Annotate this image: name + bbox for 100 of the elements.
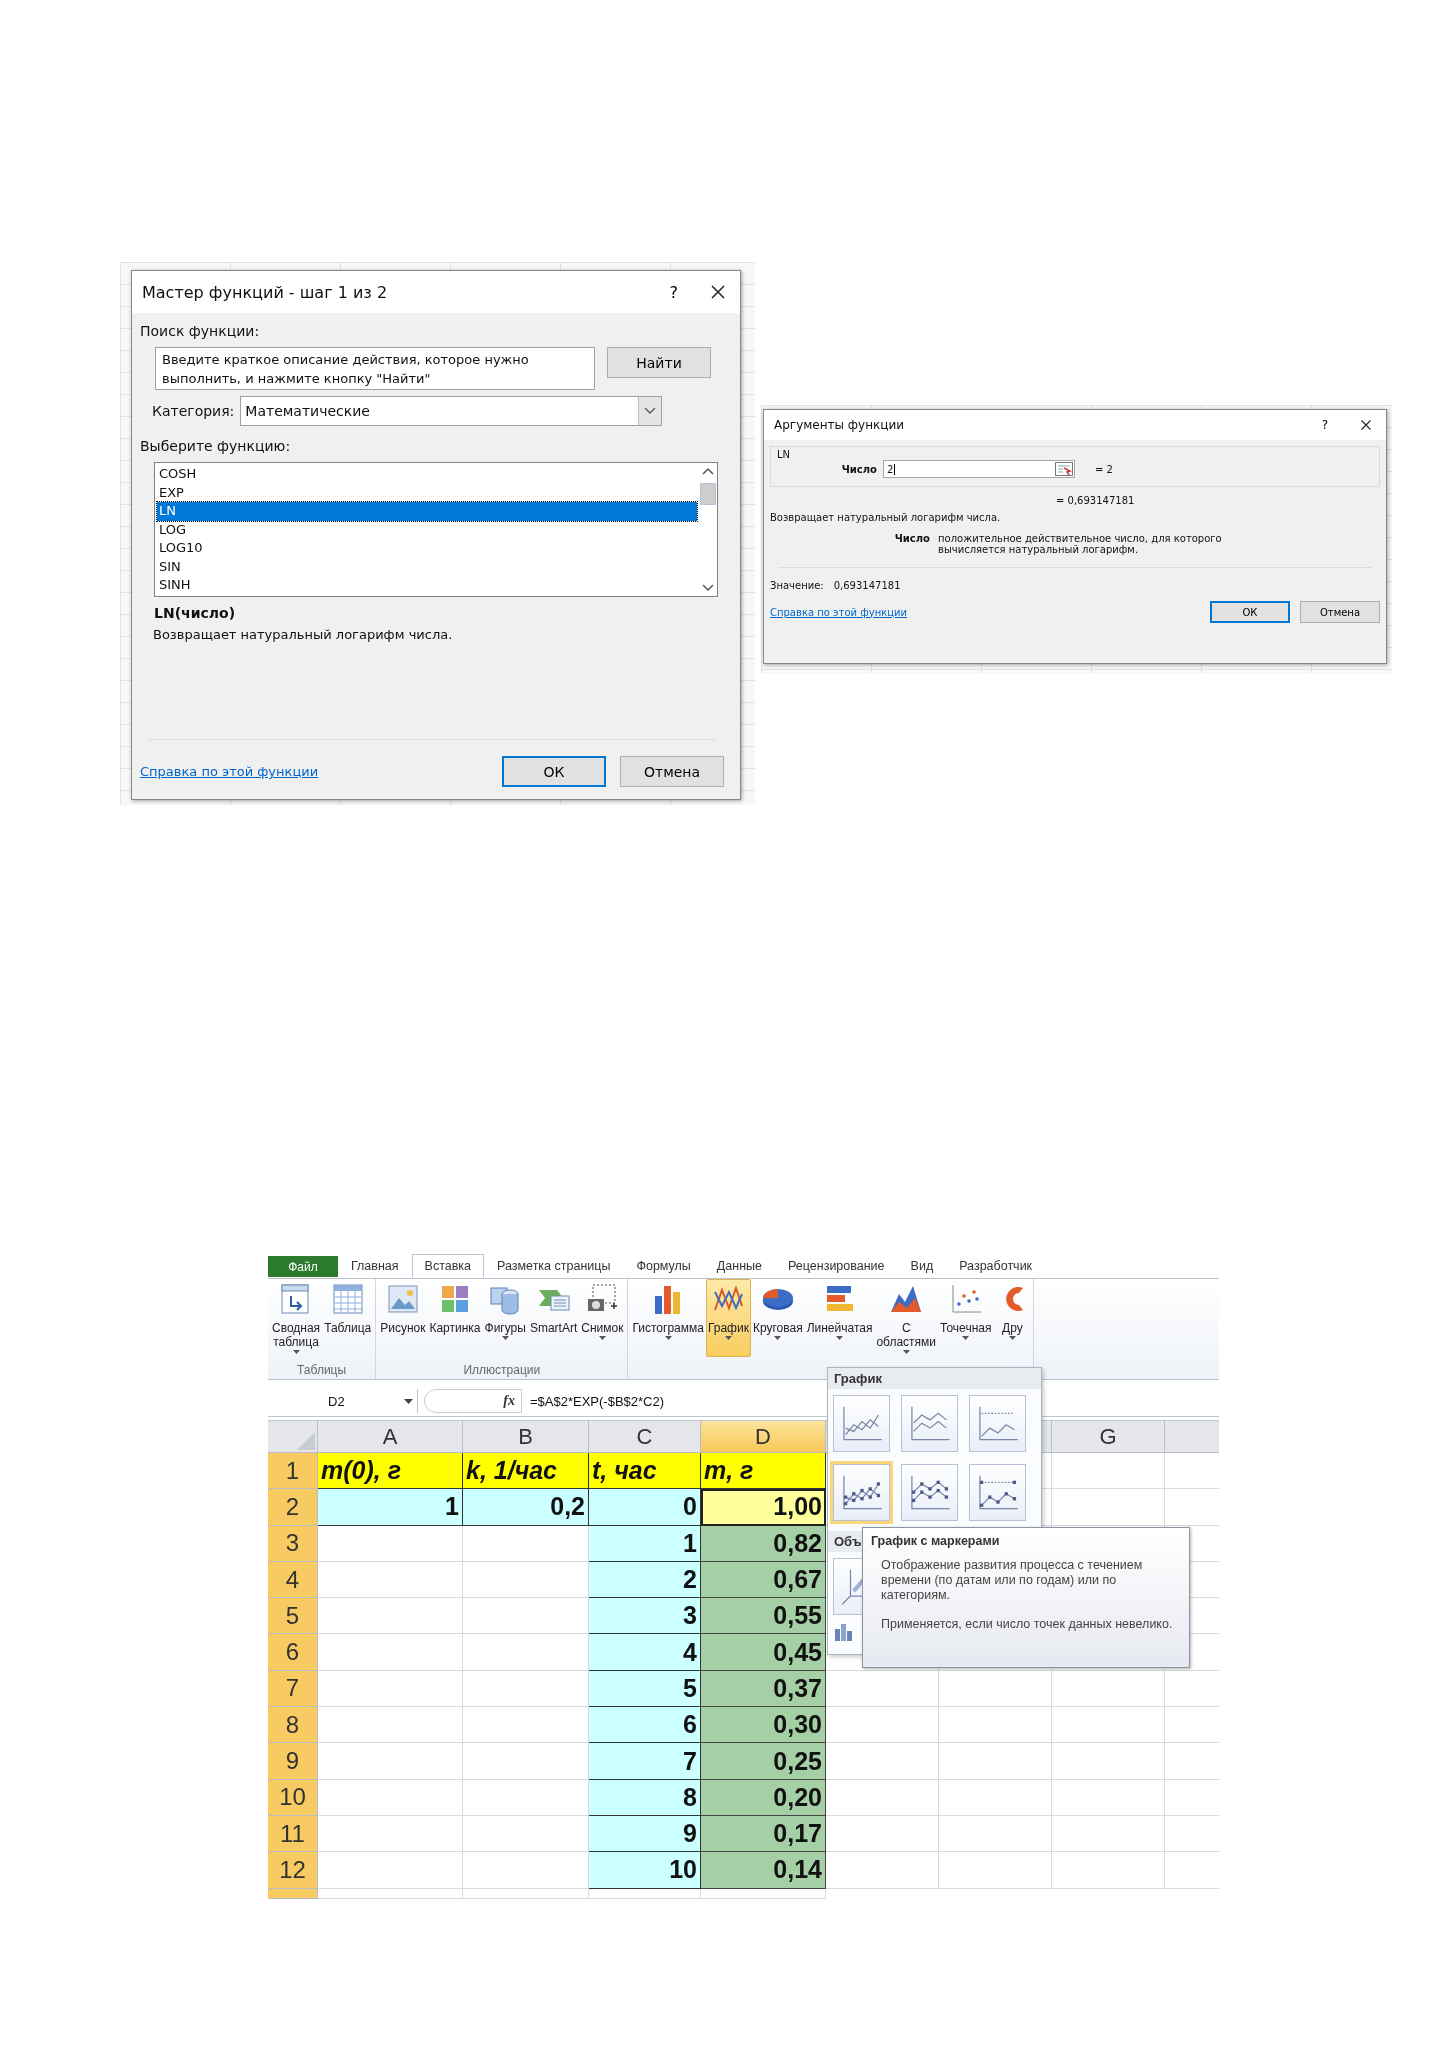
function-list-label: Выберите функцию: [140,438,292,454]
table-cell: 0,82 [701,1525,826,1562]
table-cell: k, 1/час [463,1453,589,1490]
ribbon-tab[interactable]: Формулы [623,1254,704,1278]
search-field[interactable]: Введите краткое описание действия, которое нужно выполнить, и нажмите кнопку "Найти" [155,347,595,390]
ribbon-tab[interactable]: Вид [897,1254,947,1278]
ribbon-button[interactable]: Картинка [427,1279,483,1357]
table-cell: 0 [589,1489,701,1526]
ok-button[interactable]: ОК [502,756,606,787]
category-dropdown[interactable]: Математические [240,396,663,426]
close-icon[interactable] [710,284,726,300]
function-description: Возвращает натуральный логарифм числа. [153,627,454,642]
function-list-item[interactable]: COSH [157,465,697,484]
row-header[interactable]: 4 [268,1561,318,1599]
table-cell: 4 [589,1634,701,1671]
table-cell: 3 [589,1598,701,1635]
scrollbar-thumb[interactable] [700,483,716,505]
ribbon-group-label: Иллюстрации [463,1363,541,1379]
ribbon-button[interactable]: Сводная таблица [270,1279,323,1357]
row-header[interactable]: 1 [268,1453,318,1490]
function-list-item[interactable]: LN [157,502,697,521]
bar-chart-icon[interactable] [834,1623,854,1641]
ribbon-tab[interactable]: Разработчик [946,1254,1046,1278]
table-cell: m, г [701,1453,826,1490]
column-header[interactable]: A [318,1421,463,1453]
help-button[interactable]: ? [651,282,696,302]
table-cell: t, час [589,1453,701,1490]
help-link[interactable]: Справка по этой функции [770,606,908,618]
chevron-up-icon[interactable] [702,467,714,475]
row-header[interactable]: 3 [268,1525,318,1562]
ribbon-button[interactable]: Дру [993,1279,1032,1357]
table-cell: 7 [589,1743,701,1780]
help-button[interactable]: ? [1303,418,1346,432]
chevron-down-icon [644,407,657,415]
function-list-item[interactable]: SIN [157,557,697,576]
ribbon-tab[interactable]: Главная [338,1254,412,1278]
table-cell: 1 [589,1525,701,1562]
find-button[interactable]: Найти [607,347,711,378]
ribbon-button[interactable]: Гистограмма [630,1279,706,1357]
row-header[interactable]: 10 [268,1779,318,1816]
table-cell: 0,20 [701,1779,826,1816]
formula-bar[interactable]: =$A$2*EXP(-$B$2*C2) [522,1393,1219,1409]
range-select-icon[interactable] [1055,462,1073,476]
file-tab[interactable]: Файл [268,1256,338,1277]
ribbon-button[interactable]: Фигуры [482,1279,528,1357]
row-header[interactable]: 7 [268,1670,318,1708]
ribbon-button[interactable]: SmartArt [527,1279,580,1357]
function-signature: LN(число) [154,605,237,621]
column-header[interactable]: B [463,1421,589,1453]
name-box[interactable]: D2 [268,1389,418,1413]
chart-type-button[interactable] [969,1464,1026,1521]
chart-type-button[interactable] [969,1395,1026,1452]
table-cell: 0,37 [701,1670,826,1708]
row-header[interactable]: 8 [268,1707,318,1744]
chevron-down-icon[interactable] [702,584,714,592]
help-link[interactable]: Справка по этой функции [140,764,319,779]
column-header[interactable]: D [701,1421,826,1453]
ribbon-tab[interactable]: Данные [703,1254,776,1278]
ok-button[interactable]: ОК [1210,601,1290,623]
chart-type-button[interactable] [833,1464,890,1521]
tooltip-text: Применяется, если число точек данных невелико. [881,1617,1174,1632]
gallery-section-title: График [828,1368,1041,1389]
ribbon-button[interactable]: Точечная [938,1279,994,1357]
cancel-button[interactable]: Отмена [620,756,724,787]
table-cell: 0,55 [701,1598,826,1635]
ribbon-button[interactable]: Линейчатая [804,1279,875,1357]
chart-type-button[interactable] [901,1464,958,1521]
ribbon-button[interactable]: Рисунок [378,1279,428,1357]
argument-input-field[interactable]: 2 [883,460,1075,478]
table-cell: 6 [589,1707,701,1744]
function-list-item[interactable]: EXP [157,483,697,502]
function-list-item[interactable]: LOG10 [157,539,697,558]
function-list-item[interactable]: SINH [157,576,697,595]
row-header[interactable]: 6 [268,1634,318,1671]
ribbon-button[interactable]: С областями [874,1279,939,1357]
ribbon-button[interactable]: График [705,1279,751,1357]
column-header[interactable]: G [1052,1421,1165,1453]
row-header[interactable]: 12 [268,1852,318,1889]
table-cell: 0,2 [463,1489,589,1526]
ribbon-tab[interactable]: Разметка страницы [484,1254,624,1278]
ribbon-button[interactable]: Таблица [322,1279,374,1357]
row-header[interactable]: 9 [268,1743,318,1780]
ribbon-button[interactable]: Круговая [750,1279,805,1357]
table-cell: 0,17 [701,1815,826,1853]
table-cell: m(0), г [318,1453,463,1490]
chart-type-button[interactable] [901,1395,958,1452]
close-icon[interactable] [1360,419,1372,431]
function-list-item[interactable]: LOG [157,520,697,539]
ribbon-button[interactable]: Снимок [579,1279,626,1357]
row-header[interactable]: 2 [268,1489,318,1526]
ribbon-tab[interactable]: Рецензирование [775,1254,898,1278]
caret-icon [404,1398,413,1404]
function-name: LN [777,449,792,460]
chart-type-button[interactable] [833,1395,890,1452]
column-header[interactable]: C [589,1421,701,1453]
ribbon-tab[interactable]: Вставка [411,1254,485,1278]
row-header[interactable]: 5 [268,1598,318,1635]
tooltip-title: График с маркерами [871,1534,1000,1548]
row-header[interactable]: 11 [268,1815,318,1853]
cancel-button[interactable]: Отмена [1300,601,1380,623]
